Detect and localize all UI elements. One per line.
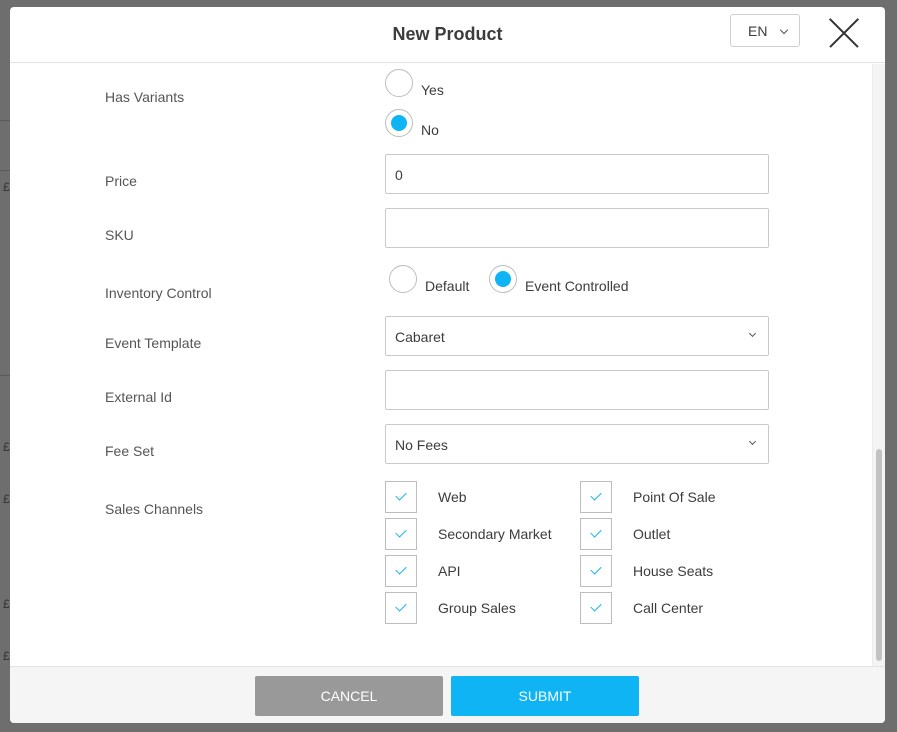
has-variants-yes-label: Yes [421,82,444,98]
inventory-default-label: Default [425,278,470,294]
has-variants-no-radio[interactable] [385,109,413,137]
channel-api-checkbox[interactable] [385,555,417,587]
submit-button[interactable]: SUBMIT [451,676,639,716]
backdrop-divider [0,170,10,171]
inventory-control-label: Inventory Control [105,285,212,301]
external-id-input[interactable] [385,370,769,410]
sku-input[interactable] [385,208,769,248]
modal-header: New Product EN [10,7,885,63]
fee-set-select[interactable]: No Fees [385,424,769,464]
channel-outlet-label: Outlet [633,526,671,542]
modal-scrollbar[interactable] [872,64,885,666]
backdrop-divider [0,120,10,121]
inventory-event-controlled-radio[interactable] [489,265,517,293]
has-variants-label: Has Variants [105,89,185,105]
price-label: Price [105,173,137,189]
fee-set-value: No Fees [395,437,448,453]
channel-call-center-checkbox[interactable] [580,592,612,624]
external-id-label: External Id [105,389,172,405]
backdrop-currency: £ [3,440,10,454]
event-template-select[interactable]: Cabaret [385,316,769,356]
event-template-label: Event Template [105,335,202,351]
language-select[interactable]: EN [730,14,800,47]
modal-footer: CANCEL SUBMIT [10,666,885,723]
event-template-value: Cabaret [395,329,445,345]
channel-call-center-label: Call Center [633,600,704,616]
modal-body: Has Variants Yes No Price 0 SKU Inventor… [10,64,885,666]
channel-web-checkbox[interactable] [385,481,417,513]
inventory-default-radio[interactable] [389,265,417,293]
price-value: 0 [395,167,403,183]
fee-set-label: Fee Set [105,443,155,459]
channel-outlet-checkbox[interactable] [580,518,612,550]
channel-group-sales-label: Group Sales [438,600,516,616]
channel-secondary-market-checkbox[interactable] [385,518,417,550]
has-variants-yes-radio[interactable] [385,69,413,97]
sales-channels-label: Sales Channels [105,501,204,517]
channel-group-sales-checkbox[interactable] [385,592,417,624]
scrollbar-thumb[interactable] [876,449,882,661]
chevron-down-icon [748,437,757,446]
backdrop-currency: £ [3,492,10,506]
channel-house-seats-label: House Seats [633,563,714,579]
price-input[interactable]: 0 [385,154,769,194]
backdrop-divider [0,375,10,376]
close-icon[interactable] [828,17,860,49]
cancel-button[interactable]: CANCEL [255,676,443,716]
channel-house-seats-checkbox[interactable] [580,555,612,587]
sku-label: SKU [105,227,134,243]
channel-web-label: Web [438,489,467,505]
channel-point-of-sale-checkbox[interactable] [580,481,612,513]
chevron-down-icon [748,329,757,338]
new-product-modal: New Product EN Has Variants Yes No Price… [10,7,885,723]
language-value: EN [748,23,768,39]
channel-secondary-market-label: Secondary Market [438,526,552,542]
backdrop-currency: £ [3,180,10,194]
channel-api-label: API [438,563,461,579]
backdrop-currency: £ [3,649,10,663]
inventory-event-controlled-label: Event Controlled [525,278,629,294]
has-variants-no-label: No [421,122,439,138]
chevron-down-icon [779,25,789,35]
channel-point-of-sale-label: Point Of Sale [633,489,716,505]
backdrop-currency: £ [3,597,10,611]
